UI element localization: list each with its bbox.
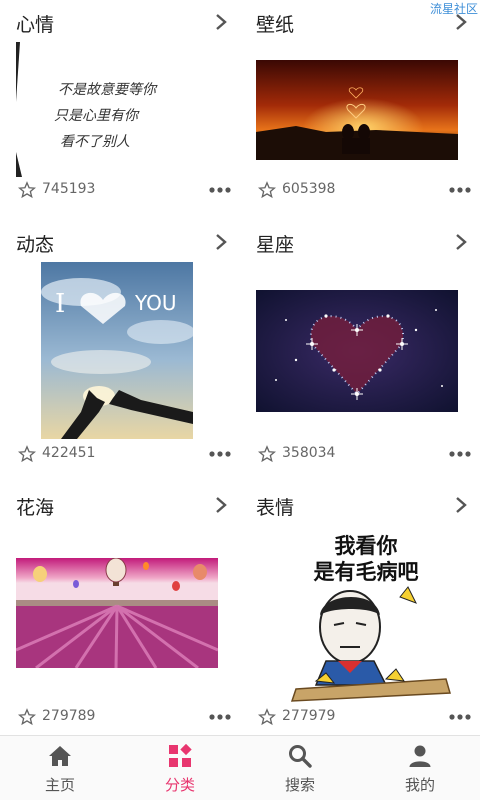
favorite-count: 358034 xyxy=(282,445,336,461)
chevron-right-icon[interactable] xyxy=(214,12,228,32)
category-header[interactable]: 心情 xyxy=(16,0,236,44)
category-stats: 422451 xyxy=(16,444,236,466)
more-icon[interactable] xyxy=(448,710,472,724)
profile-icon[interactable] xyxy=(408,744,432,768)
tab-home[interactable]: 主页 xyxy=(0,736,120,800)
category-header[interactable]: 花海 xyxy=(16,483,236,527)
mood-text-line: 只是心里有你 xyxy=(54,108,140,124)
more-icon[interactable] xyxy=(208,183,232,197)
love-letter: I xyxy=(55,289,65,319)
category-stats: 358034 xyxy=(256,444,476,466)
category-thumbnail[interactable]: 我看你 是有毛病吧 xyxy=(276,523,456,705)
tab-category[interactable]: 分类 xyxy=(120,736,240,800)
category-title: 心情 xyxy=(16,14,55,36)
tab-label: 我的 xyxy=(404,776,435,794)
category-header[interactable]: 星座 xyxy=(256,220,476,264)
more-icon[interactable] xyxy=(208,447,232,461)
favorite-count: 279789 xyxy=(42,708,96,724)
favorite-count: 277979 xyxy=(282,708,336,724)
tab-label: 搜索 xyxy=(284,776,315,794)
category-thumbnail[interactable]: 不是故意要等你 只是心里有你 看不了别人 xyxy=(16,42,176,177)
category-title: 花海 xyxy=(16,497,55,519)
category-stats: 277979 xyxy=(256,707,476,729)
tab-search[interactable]: 搜索 xyxy=(240,736,360,800)
tab-profile[interactable]: 我的 xyxy=(360,736,480,800)
tab-label: 主页 xyxy=(44,776,75,794)
star-icon[interactable] xyxy=(258,181,276,199)
star-icon[interactable] xyxy=(258,445,276,463)
love-word: YOU xyxy=(134,291,177,315)
category-header[interactable]: 表情 xyxy=(256,483,476,527)
category-title: 壁纸 xyxy=(256,14,295,36)
category-title: 表情 xyxy=(256,497,295,519)
home-icon[interactable] xyxy=(48,744,72,768)
star-icon[interactable] xyxy=(18,445,36,463)
category-thumbnail[interactable]: I YOU xyxy=(41,262,193,439)
more-icon[interactable] xyxy=(208,710,232,724)
bottom-tab-bar: 主页 分类 搜索 我的 xyxy=(0,735,480,800)
more-icon[interactable] xyxy=(448,447,472,461)
category-header[interactable]: 动态 xyxy=(16,220,236,264)
category-thumbnail[interactable] xyxy=(16,558,218,668)
category-icon[interactable] xyxy=(168,744,192,768)
mood-text-line: 不是故意要等你 xyxy=(58,82,158,98)
category-thumbnail[interactable] xyxy=(256,60,458,160)
favorite-count: 745193 xyxy=(42,181,96,197)
category-grid: 心情 不是故意要等你 只是心里有你 看不了别人 745193 壁纸 605398… xyxy=(0,0,480,735)
chevron-right-icon[interactable] xyxy=(454,495,468,515)
category-stats: 605398 xyxy=(256,180,476,202)
watermark: 流星社区 xyxy=(429,2,478,16)
chevron-right-icon[interactable] xyxy=(214,232,228,252)
tab-label: 分类 xyxy=(164,776,195,794)
search-icon[interactable] xyxy=(288,744,312,768)
category-thumbnail[interactable] xyxy=(256,290,458,412)
meme-caption: 是有毛病吧 xyxy=(314,560,419,584)
meme-caption: 我看你 xyxy=(335,534,398,558)
chevron-right-icon[interactable] xyxy=(214,495,228,515)
star-icon[interactable] xyxy=(258,708,276,726)
category-stats: 279789 xyxy=(16,707,236,729)
more-icon[interactable] xyxy=(448,183,472,197)
favorite-count: 422451 xyxy=(42,445,96,461)
star-icon[interactable] xyxy=(18,181,36,199)
favorite-count: 605398 xyxy=(282,181,336,197)
category-stats: 745193 xyxy=(16,180,236,202)
category-title: 动态 xyxy=(16,234,55,256)
category-title: 星座 xyxy=(256,234,295,256)
star-icon[interactable] xyxy=(18,708,36,726)
mood-text-line: 看不了别人 xyxy=(60,134,130,150)
chevron-right-icon[interactable] xyxy=(454,232,468,252)
